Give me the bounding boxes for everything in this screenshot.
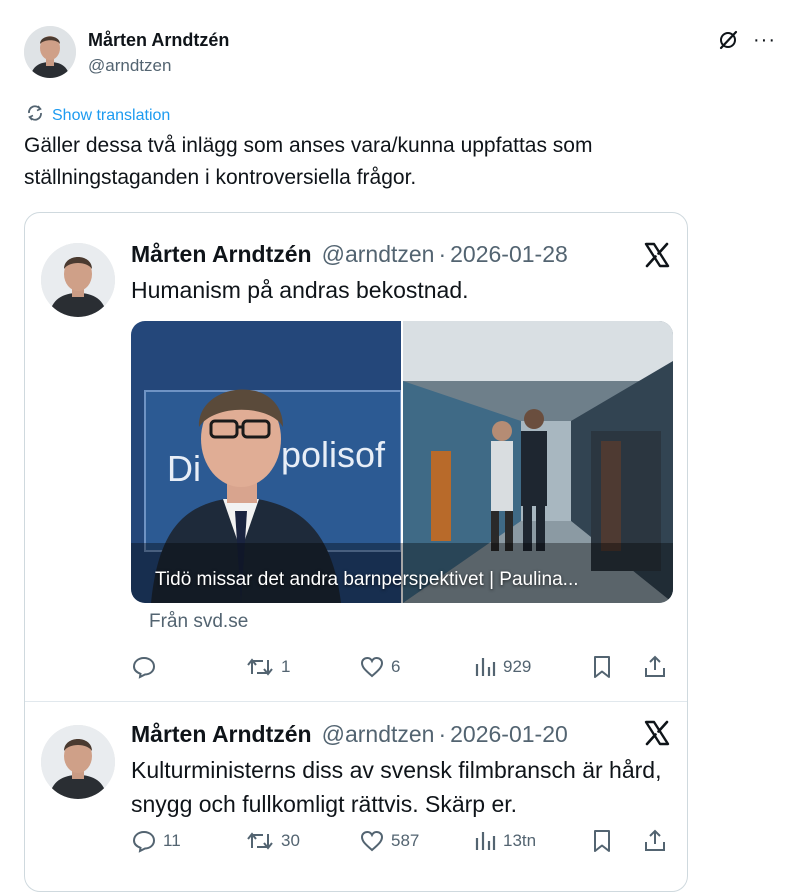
repost-icon [247, 832, 273, 850]
media-sign-text-left: Di [167, 448, 201, 489]
like-count: 6 [391, 657, 401, 676]
separator: · [438, 241, 447, 267]
views-icon [475, 832, 496, 850]
translate-icon [26, 104, 44, 127]
like-count: 587 [391, 831, 420, 850]
reply-icon [132, 656, 156, 679]
reply-count: 11 [163, 831, 181, 850]
quoted-post-header: Mårten Arndtzén @arndtzen · 2026-01-28 [131, 241, 568, 268]
grok-icon[interactable] [717, 28, 739, 52]
x-logo-icon[interactable] [643, 719, 671, 747]
author-name[interactable]: Mårten Arndtzén [88, 30, 229, 51]
separator: · [438, 721, 447, 747]
quoted-author-avatar[interactable] [41, 243, 115, 317]
view-count: 13tn [503, 831, 537, 850]
x-logo-icon[interactable] [643, 241, 671, 269]
more-icon[interactable]: ··· [753, 28, 776, 52]
repost-icon [247, 658, 273, 676]
show-translation-label[interactable]: Show translation [52, 107, 170, 125]
reply-icon [132, 830, 156, 853]
quoted-posts-card: Mårten Arndtzén @arndtzen · 2026-01-28 H… [24, 212, 688, 892]
author-handle[interactable]: @arndtzen [88, 56, 171, 76]
reply-button[interactable] [131, 653, 163, 681]
reply-button[interactable]: 11 [131, 827, 181, 855]
quoted-post-text: Humanism på andras bekostnad. [131, 277, 469, 303]
quoted-post-actions: 11 30 587 13tn [131, 827, 671, 857]
repost-count: 1 [281, 657, 291, 676]
media-sign-text: polisof [281, 434, 386, 475]
heart-icon [360, 656, 384, 678]
share-button[interactable] [643, 653, 667, 681]
card-divider [25, 701, 687, 702]
quoted-author-handle[interactable]: @arndtzen [322, 241, 435, 268]
post-text: Gäller dessa två inlägg som anses vara/k… [24, 134, 593, 189]
share-icon [645, 829, 665, 851]
like-button[interactable]: 6 [359, 653, 400, 681]
quoted-post-header: Mårten Arndtzén @arndtzen · 2026-01-20 [131, 721, 568, 748]
link-preview-title[interactable]: Tidö missar det andra barnperspektivet |… [155, 569, 579, 591]
repost-count: 30 [281, 831, 300, 850]
views-button[interactable]: 929 [473, 653, 531, 681]
quoted-author-name[interactable]: Mårten Arndtzén [131, 241, 312, 268]
quoted-post-date[interactable]: 2026-01-28 [450, 241, 568, 268]
view-count: 929 [503, 657, 532, 676]
quoted-post[interactable]: Mårten Arndtzén @arndtzen · 2026-01-28 H… [25, 213, 687, 701]
bookmark-icon [594, 656, 610, 678]
bookmark-icon [594, 830, 610, 852]
bookmark-button[interactable] [591, 653, 613, 681]
heart-icon [360, 830, 384, 852]
quoted-post-actions: 1 6 929 [131, 653, 671, 683]
author-avatar[interactable] [24, 26, 76, 78]
bookmark-button[interactable] [591, 827, 613, 855]
share-button[interactable] [643, 827, 667, 855]
link-preview-card[interactable]: Di polisof Tidö missar det andra barnper… [131, 321, 673, 603]
post-header: Mårten Arndtzén @arndtzen ··· [24, 22, 784, 82]
link-source[interactable]: Från svd.se [149, 611, 248, 633]
views-button[interactable]: 13tn [473, 827, 536, 855]
quoted-author-avatar[interactable] [41, 725, 115, 799]
quoted-post-text: Kulturministerns diss av svensk filmbran… [131, 757, 662, 817]
share-icon [645, 655, 665, 677]
quoted-post-date[interactable]: 2026-01-20 [450, 721, 568, 748]
quoted-author-handle[interactable]: @arndtzen [322, 721, 435, 748]
like-button[interactable]: 587 [359, 827, 419, 855]
quoted-author-name[interactable]: Mårten Arndtzén [131, 721, 312, 748]
views-icon [475, 658, 496, 676]
post-top-icons: ··· [717, 28, 776, 52]
show-translation-link[interactable]: Show translation [26, 104, 170, 127]
repost-button[interactable]: 1 [245, 653, 290, 681]
quoted-post[interactable]: Mårten Arndtzén @arndtzen · 2026-01-20 K… [25, 703, 687, 891]
link-preview-image: Di polisof [131, 321, 673, 603]
repost-button[interactable]: 30 [245, 827, 300, 855]
